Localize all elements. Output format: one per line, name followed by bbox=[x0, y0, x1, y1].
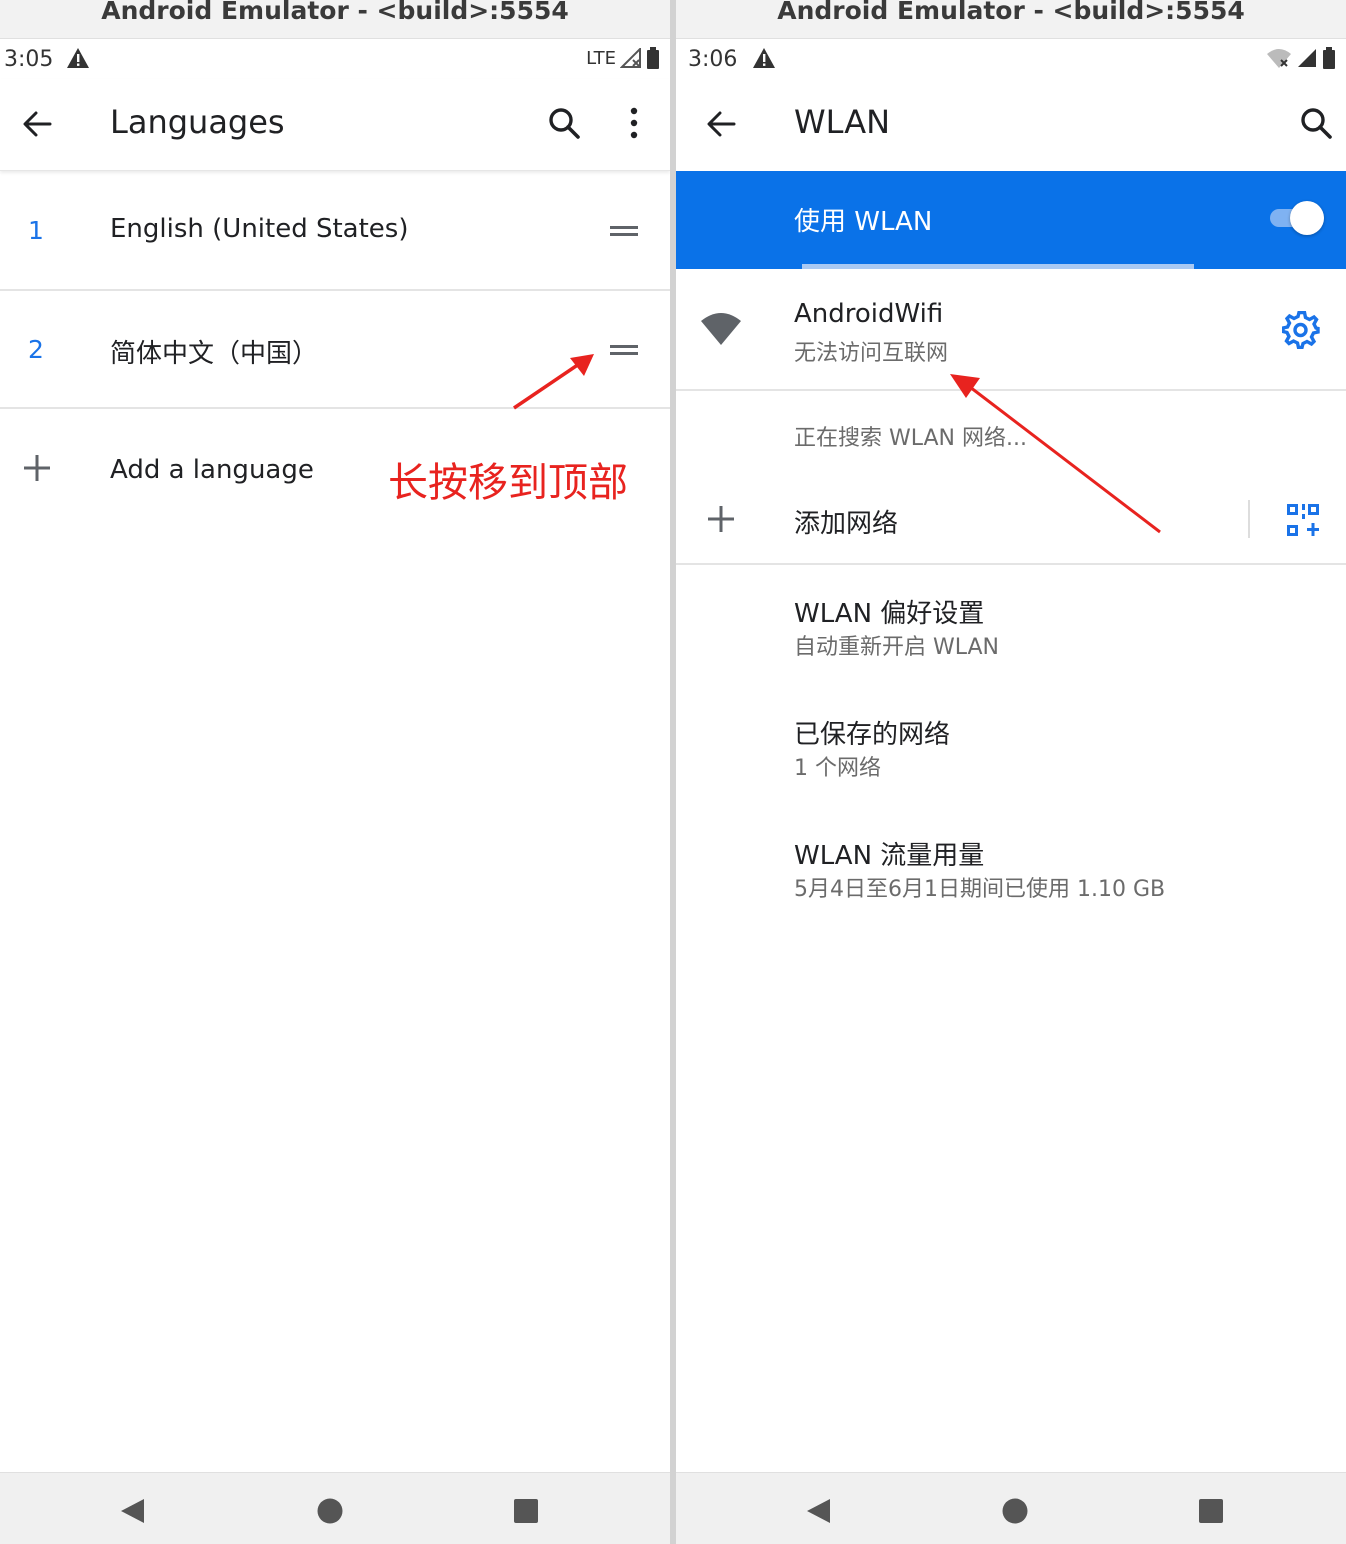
network-type-label: LTE bbox=[586, 47, 616, 69]
use-wlan-label: 使用 WLAN bbox=[794, 207, 933, 237]
network-item[interactable]: AndroidWifi 无法访问互联网 bbox=[676, 269, 1346, 389]
drag-handle-icon[interactable] bbox=[610, 224, 638, 238]
nav-recents-icon[interactable] bbox=[1197, 1497, 1225, 1525]
item-subtitle: 1 个网络 bbox=[794, 756, 881, 781]
use-wlan-bar[interactable]: 使用 WLAN bbox=[676, 171, 1346, 269]
wlan-preferences-item[interactable]: WLAN 偏好设置 自动重新开启 WLAN bbox=[676, 565, 1346, 685]
wlan-toggle[interactable] bbox=[1270, 201, 1324, 235]
language-index: 2 bbox=[28, 335, 44, 364]
item-title: WLAN 偏好设置 bbox=[794, 599, 985, 629]
warning-icon bbox=[753, 48, 775, 68]
right-emulator-window: Android Emulator - <build>:5554 3:06 WLA… bbox=[676, 0, 1346, 1544]
language-index: 1 bbox=[28, 216, 44, 245]
cell-signal-icon bbox=[620, 48, 641, 68]
navigation-bar bbox=[676, 1472, 1346, 1544]
window-title: Android Emulator - <build>:5554 bbox=[676, 0, 1346, 39]
add-network-label: 添加网络 bbox=[794, 509, 899, 539]
annotation-arrow bbox=[513, 354, 594, 410]
saved-networks-item[interactable]: 已保存的网络 1 个网络 bbox=[676, 686, 1346, 806]
battery-icon bbox=[1323, 47, 1335, 69]
plus-icon bbox=[708, 506, 734, 532]
cell-signal-icon bbox=[1298, 49, 1316, 67]
app-bar: WLAN bbox=[676, 79, 1346, 171]
language-name: English (United States) bbox=[110, 214, 409, 244]
nav-home-icon[interactable] bbox=[1001, 1497, 1029, 1525]
nav-home-icon[interactable] bbox=[316, 1497, 344, 1525]
annotation-arrow bbox=[950, 374, 1161, 534]
language-name: 简体中文（中国） bbox=[110, 339, 319, 369]
warning-icon bbox=[67, 48, 89, 68]
annotation-text: 长按移到顶部 bbox=[388, 460, 628, 506]
nav-back-icon[interactable] bbox=[118, 1497, 146, 1525]
gear-icon[interactable] bbox=[1282, 311, 1320, 349]
item-subtitle: 5月4日至6月1日期间已使用 1.10 GB bbox=[794, 877, 1166, 902]
status-time: 3:05 bbox=[4, 47, 54, 72]
wifi-no-internet-icon bbox=[1267, 49, 1291, 68]
drag-handle-icon[interactable] bbox=[610, 343, 638, 357]
back-arrow-icon[interactable] bbox=[704, 107, 738, 141]
add-language-label: Add a language bbox=[110, 455, 314, 485]
nav-recents-icon[interactable] bbox=[512, 1497, 540, 1525]
network-name: AndroidWifi bbox=[794, 299, 944, 329]
item-title: 已保存的网络 bbox=[794, 720, 951, 750]
page-title: Languages bbox=[110, 103, 285, 141]
page-title: WLAN bbox=[794, 103, 891, 141]
status-time: 3:06 bbox=[688, 47, 738, 72]
qr-code-scan-icon[interactable] bbox=[1286, 503, 1320, 537]
more-options-icon[interactable] bbox=[616, 105, 652, 141]
window-title: Android Emulator - <build>:5554 bbox=[0, 0, 670, 39]
app-bar: Languages bbox=[0, 79, 670, 171]
status-bar: 3:06 bbox=[676, 39, 1346, 79]
status-bar: 3:05 LTE bbox=[0, 39, 670, 79]
nav-back-icon[interactable] bbox=[804, 1497, 832, 1525]
vertical-divider bbox=[1248, 500, 1250, 538]
battery-icon bbox=[647, 47, 659, 69]
item-subtitle: 自动重新开启 WLAN bbox=[794, 635, 1000, 660]
back-arrow-icon[interactable] bbox=[20, 107, 54, 141]
network-status: 无法访问互联网 bbox=[794, 341, 949, 366]
item-title: WLAN 流量用量 bbox=[794, 841, 985, 871]
left-emulator-window: Android Emulator - <build>:5554 3:05 LTE… bbox=[0, 0, 670, 1544]
search-icon[interactable] bbox=[1298, 105, 1334, 141]
search-icon[interactable] bbox=[546, 105, 582, 141]
navigation-bar bbox=[0, 1472, 670, 1544]
wlan-data-usage-item[interactable]: WLAN 流量用量 5月4日至6月1日期间已使用 1.10 GB bbox=[676, 807, 1346, 927]
plus-icon bbox=[24, 455, 50, 481]
language-item-1[interactable]: 1 English (United States) bbox=[0, 172, 670, 289]
wifi-signal-icon bbox=[701, 313, 741, 345]
